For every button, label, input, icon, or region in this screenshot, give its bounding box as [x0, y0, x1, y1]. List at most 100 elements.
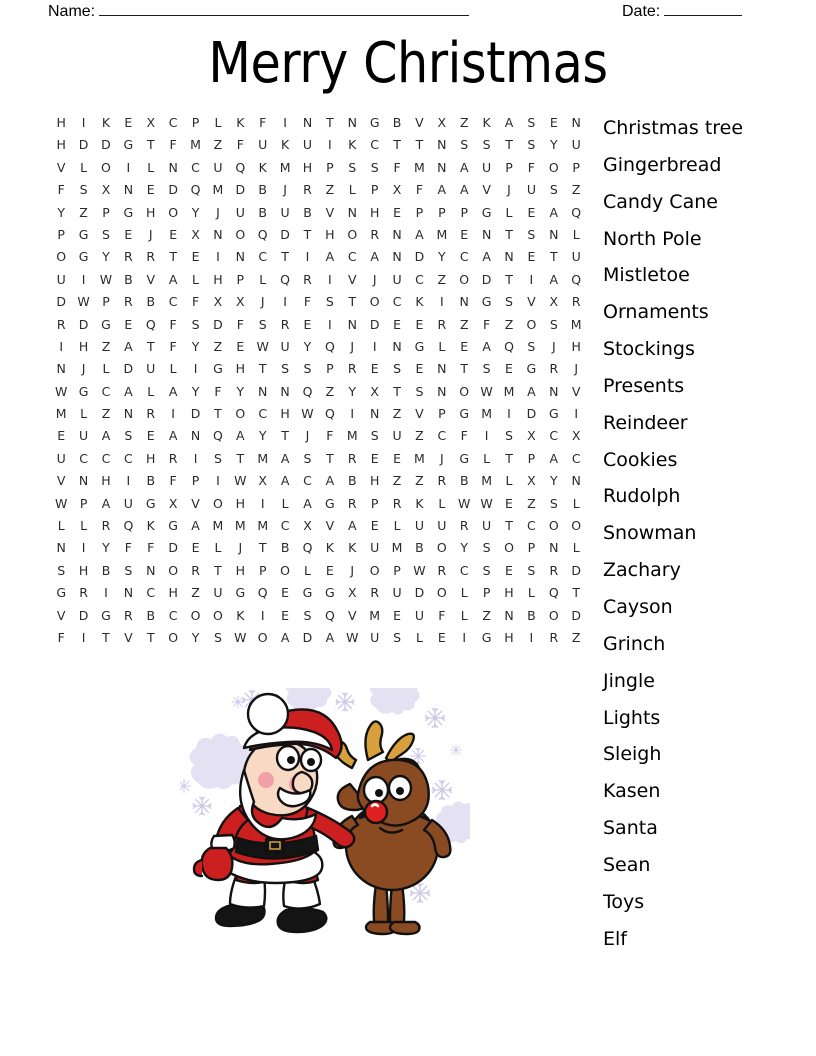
grid-cell-r18-c15[interactable]: P [363, 493, 385, 515]
grid-cell-r19-c12[interactable]: X [296, 515, 318, 537]
grid-cell-r14-c18[interactable]: P [431, 403, 453, 425]
grid-cell-r1-c21[interactable]: A [498, 112, 520, 134]
grid-cell-r4-c16[interactable]: X [386, 179, 408, 201]
grid-cell-r22-c18[interactable]: O [431, 582, 453, 604]
grid-cell-r6-c3[interactable]: S [95, 224, 117, 246]
grid-cell-r14-c9[interactable]: O [229, 403, 251, 425]
grid-cell-r18-c22[interactable]: Z [520, 493, 542, 515]
grid-cell-r14-c16[interactable]: Z [386, 403, 408, 425]
grid-cell-r2-c11[interactable]: K [274, 134, 296, 156]
grid-cell-r21-c13[interactable]: E [319, 560, 341, 582]
grid-cell-r1-c7[interactable]: P [184, 112, 206, 134]
grid-cell-r4-c8[interactable]: M [207, 179, 229, 201]
word-list-item[interactable]: Gingerbread [603, 147, 808, 184]
grid-cell-r16-c21[interactable]: T [498, 448, 520, 470]
grid-cell-r20-c19[interactable]: Y [453, 537, 475, 559]
grid-cell-r15-c3[interactable]: A [95, 425, 117, 447]
grid-cell-r16-c23[interactable]: A [543, 448, 565, 470]
grid-cell-r10-c7[interactable]: S [184, 314, 206, 336]
grid-cell-r22-c12[interactable]: G [296, 582, 318, 604]
grid-cell-r18-c19[interactable]: W [453, 493, 475, 515]
grid-cell-r11-c11[interactable]: U [274, 336, 296, 358]
grid-cell-r10-c11[interactable]: R [274, 314, 296, 336]
grid-cell-r6-c12[interactable]: T [296, 224, 318, 246]
grid-cell-r2-c9[interactable]: F [229, 134, 251, 156]
grid-cell-r18-c21[interactable]: E [498, 493, 520, 515]
grid-cell-r3-c13[interactable]: P [319, 157, 341, 179]
grid-cell-r9-c14[interactable]: T [341, 291, 363, 313]
grid-cell-r11-c4[interactable]: A [117, 336, 139, 358]
grid-cell-r24-c3[interactable]: T [95, 627, 117, 649]
grid-cell-r16-c1[interactable]: U [50, 448, 72, 470]
grid-cell-r22-c3[interactable]: I [95, 582, 117, 604]
grid-cell-r20-c3[interactable]: Y [95, 537, 117, 559]
grid-cell-r5-c2[interactable]: Z [72, 202, 94, 224]
grid-cell-r10-c22[interactable]: O [520, 314, 542, 336]
grid-cell-r6-c8[interactable]: N [207, 224, 229, 246]
grid-cell-r15-c9[interactable]: A [229, 425, 251, 447]
grid-cell-r6-c10[interactable]: Q [252, 224, 274, 246]
word-list-item[interactable]: Presents [603, 368, 808, 405]
grid-cell-r6-c15[interactable]: R [363, 224, 385, 246]
grid-cell-r4-c1[interactable]: F [50, 179, 72, 201]
grid-cell-r9-c15[interactable]: O [363, 291, 385, 313]
grid-cell-r13-c23[interactable]: N [543, 381, 565, 403]
grid-cell-r5-c14[interactable]: N [341, 202, 363, 224]
grid-cell-r3-c21[interactable]: P [498, 157, 520, 179]
grid-cell-r8-c1[interactable]: U [50, 269, 72, 291]
grid-cell-r8-c18[interactable]: Z [431, 269, 453, 291]
grid-cell-r23-c15[interactable]: M [363, 605, 385, 627]
grid-cell-r7-c3[interactable]: Y [95, 246, 117, 268]
grid-cell-r8-c22[interactable]: I [520, 269, 542, 291]
grid-cell-r5-c19[interactable]: P [453, 202, 475, 224]
grid-cell-r10-c17[interactable]: E [408, 314, 430, 336]
grid-cell-r11-c20[interactable]: A [475, 336, 497, 358]
grid-cell-r13-c16[interactable]: T [386, 381, 408, 403]
grid-cell-r22-c1[interactable]: G [50, 582, 72, 604]
grid-cell-r18-c9[interactable]: H [229, 493, 251, 515]
grid-cell-r4-c4[interactable]: N [117, 179, 139, 201]
grid-cell-r4-c3[interactable]: X [95, 179, 117, 201]
grid-cell-r19-c3[interactable]: R [95, 515, 117, 537]
grid-cell-r18-c7[interactable]: V [184, 493, 206, 515]
grid-cell-r8-c9[interactable]: P [229, 269, 251, 291]
grid-cell-r17-c11[interactable]: A [274, 470, 296, 492]
grid-cell-r3-c3[interactable]: O [95, 157, 117, 179]
grid-cell-r19-c7[interactable]: A [184, 515, 206, 537]
grid-cell-r12-c3[interactable]: L [95, 358, 117, 380]
grid-cell-r21-c22[interactable]: S [520, 560, 542, 582]
grid-cell-r10-c21[interactable]: Z [498, 314, 520, 336]
grid-cell-r6-c22[interactable]: S [520, 224, 542, 246]
grid-cell-r10-c13[interactable]: I [319, 314, 341, 336]
grid-cell-r21-c5[interactable]: N [140, 560, 162, 582]
grid-cell-r4-c23[interactable]: S [543, 179, 565, 201]
grid-cell-r4-c5[interactable]: E [140, 179, 162, 201]
grid-cell-r19-c4[interactable]: Q [117, 515, 139, 537]
grid-cell-r13-c18[interactable]: N [431, 381, 453, 403]
grid-cell-r10-c24[interactable]: M [565, 314, 587, 336]
grid-cell-r11-c23[interactable]: J [543, 336, 565, 358]
grid-cell-r20-c15[interactable]: U [363, 537, 385, 559]
grid-cell-r5-c21[interactable]: L [498, 202, 520, 224]
grid-cell-r16-c4[interactable]: C [117, 448, 139, 470]
grid-cell-r18-c13[interactable]: G [319, 493, 341, 515]
grid-cell-r2-c15[interactable]: C [363, 134, 385, 156]
grid-cell-r15-c1[interactable]: E [50, 425, 72, 447]
grid-cell-r9-c23[interactable]: X [543, 291, 565, 313]
grid-cell-r17-c7[interactable]: P [184, 470, 206, 492]
grid-cell-r22-c2[interactable]: R [72, 582, 94, 604]
word-list-item[interactable]: Lights [603, 700, 808, 737]
grid-cell-r20-c10[interactable]: T [252, 537, 274, 559]
grid-cell-r22-c8[interactable]: U [207, 582, 229, 604]
grid-cell-r10-c8[interactable]: D [207, 314, 229, 336]
grid-cell-r21-c10[interactable]: P [252, 560, 274, 582]
grid-cell-r1-c11[interactable]: I [274, 112, 296, 134]
grid-cell-r16-c11[interactable]: A [274, 448, 296, 470]
grid-cell-r15-c6[interactable]: A [162, 425, 184, 447]
grid-cell-r21-c1[interactable]: S [50, 560, 72, 582]
grid-cell-r12-c14[interactable]: R [341, 358, 363, 380]
grid-cell-r6-c9[interactable]: O [229, 224, 251, 246]
grid-cell-r19-c14[interactable]: A [341, 515, 363, 537]
grid-cell-r12-c5[interactable]: U [140, 358, 162, 380]
grid-cell-r1-c2[interactable]: I [72, 112, 94, 134]
